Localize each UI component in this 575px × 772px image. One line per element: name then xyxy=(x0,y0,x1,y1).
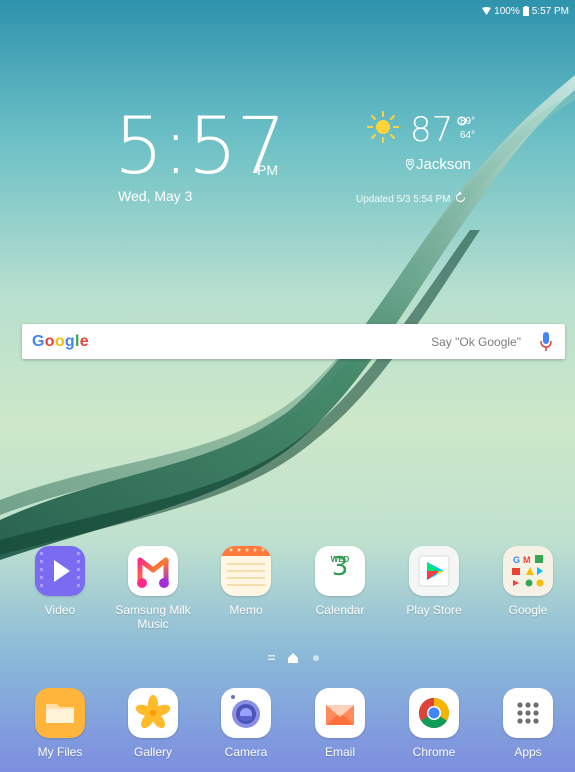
svg-text:G: G xyxy=(513,555,520,565)
battery-percent: 100% xyxy=(494,5,520,17)
weather-updated-text: Updated 5/3 5:54 PM xyxy=(356,194,451,205)
app-label: Play Store xyxy=(406,603,462,617)
app-label: Memo xyxy=(229,603,263,617)
google-folder-icon: G M xyxy=(503,546,553,596)
app-chrome[interactable]: Chrome xyxy=(389,688,479,759)
app-samsung-milk-music[interactable]: Samsung Milk Music xyxy=(108,546,198,631)
google-logo: Google xyxy=(32,333,89,350)
weather-updated: Updated 5/3 5:54 PM xyxy=(356,191,466,205)
chrome-icon xyxy=(409,688,459,738)
app-memo[interactable]: Memo xyxy=(201,546,291,617)
page-dot xyxy=(313,655,319,661)
camera-icon xyxy=(221,688,271,738)
apps-grid-icon xyxy=(503,688,553,738)
app-camera[interactable]: Camera xyxy=(201,688,291,759)
status-bar: 100% 5:57 PM xyxy=(482,0,569,22)
page-indicator[interactable] xyxy=(268,651,328,665)
app-gallery[interactable]: Gallery xyxy=(108,688,198,759)
svg-text:M: M xyxy=(523,555,531,565)
calendar-icon: WED 3 xyxy=(315,546,365,596)
home-page-icon xyxy=(288,653,298,663)
menu-lines-icon xyxy=(268,655,275,660)
app-video[interactable]: Video xyxy=(15,546,105,617)
app-label: Apps xyxy=(514,745,542,759)
weather-high: 89° xyxy=(460,116,476,127)
memo-icon xyxy=(221,546,271,596)
weather-location: Jackson xyxy=(405,156,472,173)
home-screen: 100% 5:57 PM 5:57 PM Wed, May 3 87° 89° … xyxy=(0,0,575,772)
samsung-milk-music-icon xyxy=(128,546,178,596)
app-label: Email xyxy=(324,745,355,759)
voice-search-hint: Say "Ok Google" xyxy=(431,335,521,349)
app-label: Calendar xyxy=(315,603,365,617)
weather-low: 64° xyxy=(460,130,476,141)
clock-date: Wed, May 3 xyxy=(118,188,193,204)
clock-ampm: PM xyxy=(257,162,278,178)
email-icon xyxy=(315,688,365,738)
app-label: My Files xyxy=(37,745,83,759)
location-pin-icon xyxy=(405,158,415,171)
my-files-icon xyxy=(35,688,85,738)
refresh-icon[interactable] xyxy=(455,191,466,203)
app-play-store[interactable]: Play Store xyxy=(389,546,479,617)
video-icon xyxy=(35,546,85,596)
app-google-folder[interactable]: G M Google xyxy=(483,546,573,617)
app-apps-drawer[interactable]: Apps xyxy=(483,688,573,759)
play-store-icon xyxy=(409,546,459,596)
app-label: Camera xyxy=(224,745,268,759)
clock-widget[interactable]: 5:57 PM Wed, May 3 xyxy=(114,108,286,204)
app-my-files[interactable]: My Files xyxy=(15,688,105,759)
app-email[interactable]: Email xyxy=(295,688,385,759)
sunny-icon xyxy=(367,111,399,143)
calendar-date: 3 xyxy=(331,552,349,582)
wifi-icon xyxy=(482,7,492,15)
status-time: 5:57 PM xyxy=(531,5,569,17)
app-label: Video xyxy=(44,603,76,617)
app-calendar[interactable]: WED 3 Calendar xyxy=(295,546,385,617)
app-label: Google xyxy=(508,603,548,617)
battery-icon xyxy=(522,6,529,16)
weather-widget[interactable]: 87° 89° 64° Jackson Updated 5/3 5:54 PM xyxy=(356,110,570,220)
app-label: Gallery xyxy=(133,745,172,759)
app-label: Samsung Milk Music xyxy=(115,603,191,631)
app-label: Chrome xyxy=(412,745,456,759)
google-search-bar[interactable]: Google Say "Ok Google" xyxy=(22,324,565,359)
gallery-icon xyxy=(128,688,178,738)
weather-city: Jackson xyxy=(416,156,472,173)
microphone-icon[interactable] xyxy=(540,332,552,352)
